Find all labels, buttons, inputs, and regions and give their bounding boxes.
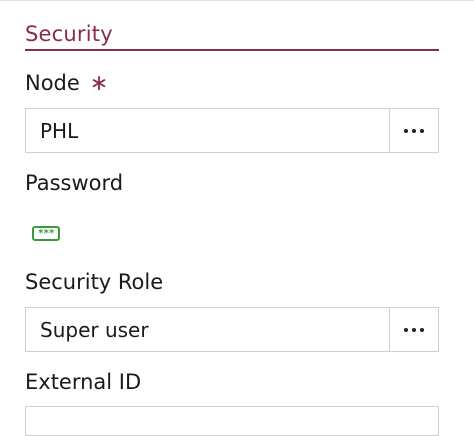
required-star-icon: ∗ xyxy=(89,71,109,96)
more-dots-icon xyxy=(404,327,424,332)
external-id-label: External ID xyxy=(25,370,142,394)
section-title: Security xyxy=(25,22,113,46)
security-role-lookup xyxy=(25,307,439,352)
security-role-label: Security Role xyxy=(25,270,164,294)
node-label-text: Node xyxy=(25,71,80,95)
password-label: Password xyxy=(25,171,124,195)
node-input[interactable] xyxy=(26,109,389,152)
more-dots-icon xyxy=(404,128,424,133)
top-divider xyxy=(0,0,474,1)
node-label: Node ∗ xyxy=(25,69,108,98)
password-masked-icon[interactable]: *** xyxy=(32,226,60,241)
security-role-lookup-button[interactable] xyxy=(389,308,438,351)
external-id-input[interactable] xyxy=(26,407,438,435)
node-lookup-button[interactable] xyxy=(389,109,438,152)
external-id-field xyxy=(25,406,439,436)
security-role-input[interactable] xyxy=(26,308,389,351)
node-lookup xyxy=(25,108,439,153)
section-header: Security xyxy=(25,20,439,51)
